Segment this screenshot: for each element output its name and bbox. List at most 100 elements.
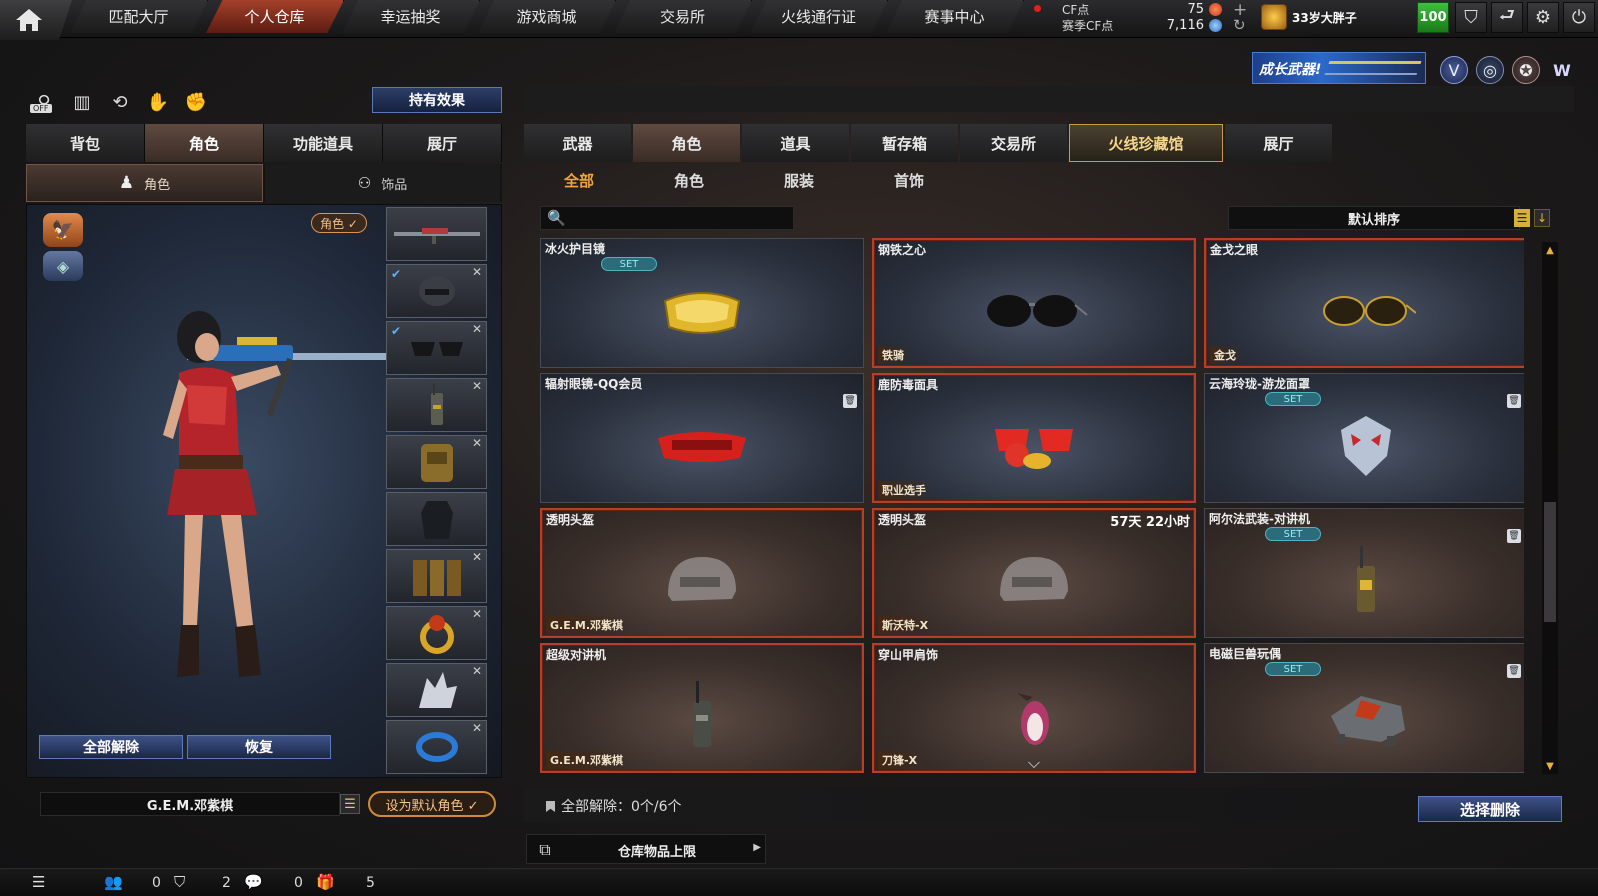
slot-helmet[interactable]: ✔ ✕ <box>386 264 487 318</box>
remove-icon[interactable]: ✕ <box>472 436 482 450</box>
tab-storage-box[interactable]: 暂存箱 <box>851 124 958 162</box>
item-card[interactable]: 钢铁之心 铁骑 <box>872 238 1196 368</box>
remove-icon[interactable]: ✕ <box>472 322 482 336</box>
trash-icon[interactable]: 🗑 <box>843 394 857 408</box>
exit-icon[interactable]: ⮐ <box>1491 2 1523 33</box>
nav-tab-exchange[interactable]: 交易所 <box>614 0 752 33</box>
home-button[interactable] <box>0 0 72 40</box>
wolf-faction-icon[interactable]: ◈ <box>43 251 83 281</box>
item-card[interactable]: 鹿防毒面具 职业选手 <box>872 373 1196 503</box>
item-card[interactable]: 穿山甲肩饰 刀锋-X ⌵ <box>872 643 1196 773</box>
item-card[interactable]: 冰火护目镜 SET <box>540 238 864 368</box>
remove-icon[interactable]: ✕ <box>472 721 482 735</box>
scroll-up-icon[interactable]: ▲ <box>1542 242 1558 258</box>
tab-items[interactable]: 道具 <box>742 124 849 162</box>
slot-wolf-ornament[interactable]: ✕ <box>386 663 487 717</box>
item-card[interactable]: 电磁巨兽玩偶 SET 🗑 <box>1204 643 1524 773</box>
slot-vest-empty[interactable] <box>386 492 487 546</box>
globe-badge-icon[interactable]: ◎ <box>1476 56 1504 84</box>
tab-characters[interactable]: 角色 <box>633 124 740 162</box>
sort-list-icon[interactable]: ☰ <box>1514 209 1530 227</box>
hold-effect-button[interactable]: 持有效果 <box>372 87 502 113</box>
nav-tab-battle-pass[interactable]: 火线通行证 <box>750 0 888 33</box>
tab-weapons[interactable]: 武器 <box>524 124 631 162</box>
slot-ammo-pouch[interactable]: ✕ <box>386 549 487 603</box>
tab-character[interactable]: 角色 <box>145 124 264 162</box>
rotate-icon[interactable]: ⟲ <box>106 88 134 116</box>
search-input[interactable] <box>569 209 789 227</box>
tab-backpack[interactable]: 背包 <box>26 124 145 162</box>
gear-icon[interactable]: ⚙ <box>1527 2 1559 33</box>
trash-icon[interactable]: 🗑 <box>1507 529 1521 543</box>
remove-icon[interactable]: ✕ <box>472 664 482 678</box>
warehouse-capacity-bar[interactable]: ⧉ 仓库物品上限 ▶ <box>526 834 766 864</box>
tab-function-items[interactable]: 功能道具 <box>264 124 383 162</box>
skull-badge-icon[interactable]: ✪ <box>1512 56 1540 84</box>
scroll-thumb[interactable] <box>1544 502 1556 622</box>
role-check-badge[interactable]: 角色 ✓ <box>311 213 367 233</box>
slot-radio[interactable]: ✕ <box>386 378 487 432</box>
scroll-down-icon[interactable]: ▼ <box>1542 758 1558 774</box>
subtab-character[interactable]: ♟ 角色 <box>26 164 263 202</box>
w-badge-icon[interactable]: W <box>1548 56 1576 84</box>
nav-tab-lucky-draw[interactable]: 幸运抽奖 <box>342 0 480 33</box>
subtab-jewelry[interactable]: 首饰 <box>854 164 964 196</box>
subtab-ornament[interactable]: ⚇ 饰品 <box>265 164 500 202</box>
chevron-down-icon[interactable]: ⌵ <box>1028 753 1040 771</box>
pose-icon[interactable]: ✋ <box>144 88 172 116</box>
clan-shield-icon[interactable]: ⛉ <box>174 873 185 891</box>
remove-icon[interactable]: ✕ <box>472 607 482 621</box>
item-card[interactable]: 辐射眼镜-QQ会员 🗑 <box>540 373 864 503</box>
nav-tab-personal-warehouse[interactable]: 个人仓库 <box>206 0 344 33</box>
restore-button[interactable]: 恢复 <box>187 735 331 759</box>
set-default-character-button[interactable]: 设为默认角色 ✓ <box>368 791 496 817</box>
slot-bracelet[interactable]: ✕ <box>386 720 487 774</box>
sort-direction-icon[interactable]: ↓ <box>1534 209 1550 227</box>
trash-icon[interactable]: 🗑 <box>1507 664 1521 678</box>
tab-right-showroom[interactable]: 展厅 <box>1225 124 1332 162</box>
nav-tab-event-center[interactable]: 赛事中心 <box>886 0 1024 33</box>
menu-icon[interactable]: ☰ <box>32 873 45 891</box>
release-all-button[interactable]: 全部解除 <box>39 735 183 759</box>
nav-tab-game-mall[interactable]: 游戏商城 <box>478 0 616 33</box>
remove-icon[interactable]: ✕ <box>472 265 482 279</box>
glove-icon[interactable]: ✊ <box>182 88 210 116</box>
item-scrollbar[interactable]: ▲ ▼ <box>1542 242 1558 774</box>
item-card[interactable]: 云海玲珑-游龙面罩 SET 🗑 <box>1204 373 1524 503</box>
subtab-all[interactable]: 全部 <box>524 164 634 196</box>
item-grid: 冰火护目镜 SET 钢铁之心 铁骑 金戈之眼 金戈辐射眼镜-QQ会员 🗑 鹿防毒面具 职业选手云… <box>540 238 1524 774</box>
sort-dropdown[interactable]: 默认排序 <box>1228 206 1520 230</box>
growth-weapon-banner[interactable]: 成长武器! <box>1252 52 1426 84</box>
slot-primary-weapon[interactable] <box>386 207 487 261</box>
select-delete-button[interactable]: 选择删除 <box>1418 796 1562 822</box>
tab-showroom[interactable]: 展厅 <box>383 124 502 162</box>
nav-tab-match-hall[interactable]: 匹配大厅 <box>70 0 208 33</box>
subtab-role[interactable]: 角色 <box>634 164 744 196</box>
trash-icon[interactable]: 🗑 <box>1507 394 1521 408</box>
slot-backpack[interactable]: ✕ <box>386 435 487 489</box>
refresh-icon[interactable]: ↻ <box>1233 16 1246 34</box>
slot-ring[interactable]: ✕ <box>386 606 487 660</box>
item-card[interactable]: 金戈之眼 金戈 <box>1204 238 1524 368</box>
item-card[interactable]: 透明头盔 G.E.M.邓紫棋 <box>540 508 864 638</box>
tab-exchange[interactable]: 交易所 <box>960 124 1067 162</box>
item-card[interactable]: 超级对讲机 G.E.M.邓紫棋 <box>540 643 864 773</box>
item-card[interactable]: 阿尔法武装-对讲机 SET 🗑 <box>1204 508 1524 638</box>
shield-icon[interactable]: ⛉ <box>1455 2 1487 33</box>
tab-collection-hall[interactable]: 火线珍藏馆 <box>1069 124 1223 162</box>
chat-icon[interactable]: 💬 <box>244 873 263 891</box>
item-card[interactable]: 透明头盔 57天 22小时 斯沃特-X <box>872 508 1196 638</box>
friends-icon[interactable]: 👥 <box>104 873 123 891</box>
right-subtabs: 全部 角色 服装 首饰 <box>524 164 964 196</box>
list-icon[interactable]: ☰ <box>340 794 360 814</box>
v-badge-icon[interactable]: V <box>1440 56 1468 84</box>
power-icon[interactable]: ⏻ <box>1563 2 1595 33</box>
character-name-field[interactable]: G.E.M.邓紫棋 <box>40 792 340 816</box>
eagle-faction-icon[interactable]: 🦅 <box>43 213 83 247</box>
bar-stats-icon[interactable]: ▥ <box>68 88 96 116</box>
slot-glasses[interactable]: ✔ ✕ <box>386 321 487 375</box>
remove-icon[interactable]: ✕ <box>472 550 482 564</box>
gift-icon[interactable]: 🎁 <box>316 873 335 891</box>
subtab-clothing[interactable]: 服装 <box>744 164 854 196</box>
remove-icon[interactable]: ✕ <box>472 379 482 393</box>
